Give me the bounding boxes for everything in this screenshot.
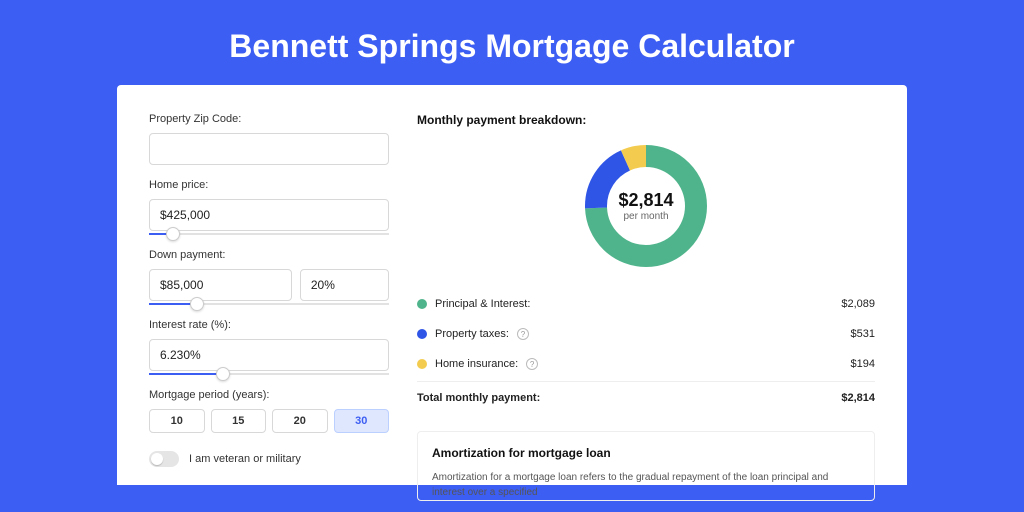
home-price-slider[interactable]: [149, 233, 389, 235]
home-price-field-group: Home price:: [149, 179, 389, 235]
down-payment-label: Down payment:: [149, 249, 389, 261]
home-price-label: Home price:: [149, 179, 389, 191]
interest-slider-thumb[interactable]: [216, 367, 230, 381]
breakdown-panel: Monthly payment breakdown: $2,814 per mo…: [417, 113, 875, 485]
down-payment-pct-input[interactable]: [300, 269, 389, 301]
value-insurance: $194: [851, 358, 875, 370]
period-btn-15[interactable]: 15: [211, 409, 267, 433]
veteran-toggle-label: I am veteran or military: [189, 453, 301, 465]
interest-label: Interest rate (%):: [149, 319, 389, 331]
down-payment-amount-input[interactable]: [149, 269, 292, 301]
info-icon[interactable]: ?: [517, 328, 529, 340]
interest-field-group: Interest rate (%):: [149, 319, 389, 375]
zip-label: Property Zip Code:: [149, 113, 389, 125]
home-price-input[interactable]: [149, 199, 389, 231]
donut-center: $2,814 per month: [581, 141, 711, 271]
line-item-insurance: Home insurance: ? $194: [417, 349, 875, 379]
period-buttons: 10 15 20 30: [149, 409, 389, 433]
period-btn-10[interactable]: 10: [149, 409, 205, 433]
down-payment-field-group: Down payment:: [149, 249, 389, 305]
label-insurance: Home insurance:: [435, 358, 518, 370]
period-label: Mortgage period (years):: [149, 389, 389, 401]
line-items: Principal & Interest: $2,089 Property ta…: [417, 289, 875, 413]
amortization-box: Amortization for mortgage loan Amortizat…: [417, 431, 875, 501]
calculator-card: Property Zip Code: Home price: Down paym…: [117, 85, 907, 485]
value-taxes: $531: [851, 328, 875, 340]
period-btn-20[interactable]: 20: [272, 409, 328, 433]
inputs-panel: Property Zip Code: Home price: Down paym…: [149, 113, 389, 485]
label-principal: Principal & Interest:: [435, 298, 530, 310]
veteran-toggle-row: I am veteran or military: [149, 451, 389, 467]
breakdown-heading: Monthly payment breakdown:: [417, 113, 875, 127]
period-btn-30[interactable]: 30: [334, 409, 390, 433]
interest-slider-fill: [149, 373, 223, 375]
zip-input[interactable]: [149, 133, 389, 165]
donut-chart: $2,814 per month: [581, 141, 711, 271]
line-item-principal: Principal & Interest: $2,089: [417, 289, 875, 319]
page-title: Bennett Springs Mortgage Calculator: [0, 0, 1024, 85]
zip-field-group: Property Zip Code:: [149, 113, 389, 165]
value-principal: $2,089: [841, 298, 875, 310]
down-payment-slider[interactable]: [149, 303, 389, 305]
donut-sub: per month: [623, 211, 668, 222]
amort-body: Amortization for a mortgage loan refers …: [432, 470, 860, 500]
period-field-group: Mortgage period (years): 10 15 20 30: [149, 389, 389, 433]
amort-heading: Amortization for mortgage loan: [432, 446, 860, 460]
value-total: $2,814: [841, 392, 875, 404]
info-icon[interactable]: ?: [526, 358, 538, 370]
dot-principal: [417, 299, 427, 309]
veteran-toggle-knob: [151, 453, 163, 465]
down-payment-slider-thumb[interactable]: [190, 297, 204, 311]
interest-input[interactable]: [149, 339, 389, 371]
dot-taxes: [417, 329, 427, 339]
dot-insurance: [417, 359, 427, 369]
veteran-toggle[interactable]: [149, 451, 179, 467]
home-price-slider-thumb[interactable]: [166, 227, 180, 241]
donut-amount: $2,814: [618, 190, 673, 211]
line-item-taxes: Property taxes: ? $531: [417, 319, 875, 349]
interest-slider[interactable]: [149, 373, 389, 375]
donut-chart-wrap: $2,814 per month: [417, 141, 875, 271]
label-taxes: Property taxes:: [435, 328, 509, 340]
label-total: Total monthly payment:: [417, 392, 540, 404]
line-item-total: Total monthly payment: $2,814: [417, 381, 875, 413]
